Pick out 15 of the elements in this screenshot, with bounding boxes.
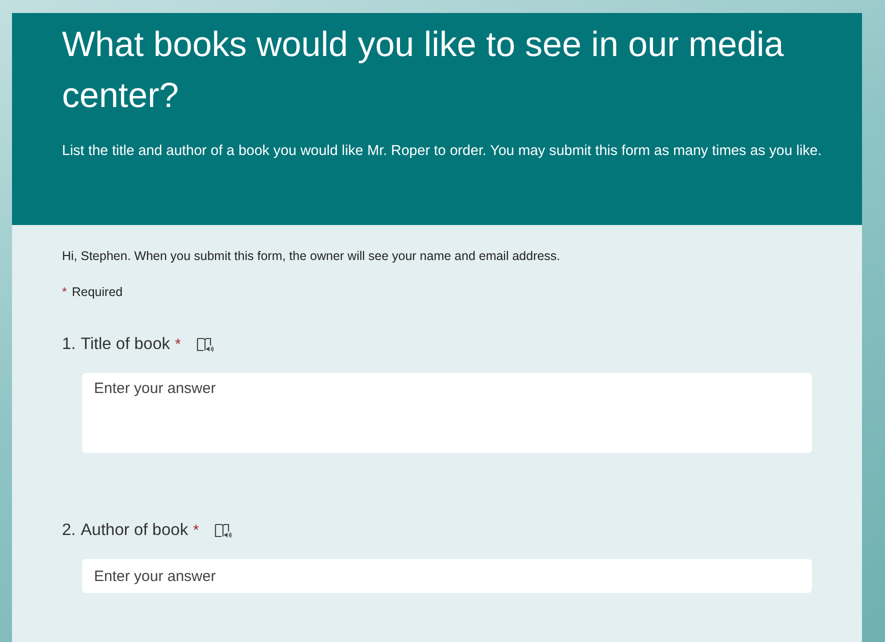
immersive-reader-icon[interactable] — [214, 522, 232, 538]
form-title: What books would you like to see in our media center? — [62, 24, 785, 117]
question-number: 1. — [62, 335, 76, 354]
required-mark: * — [193, 522, 199, 539]
required-mark: * — [175, 336, 181, 353]
required-mark: * — [62, 285, 67, 299]
required-label: Required — [72, 285, 123, 299]
notice-text: Hi, Stephen. When you submit this form, the owner will see your name and email address. — [62, 249, 562, 263]
answer-field[interactable]: Enter your answer — [82, 559, 812, 593]
question-number: 2. — [62, 521, 76, 540]
immersive-reader-icon[interactable] — [196, 336, 214, 352]
form-description: List the title and author of a book you would like Mr. Roper to order. You may submit this form as many times as you like. — [62, 142, 823, 161]
question-title: Author of book — [80, 521, 188, 540]
answer-field[interactable]: Enter your answer — [82, 373, 812, 453]
question-title: Title of book — [80, 335, 170, 354]
